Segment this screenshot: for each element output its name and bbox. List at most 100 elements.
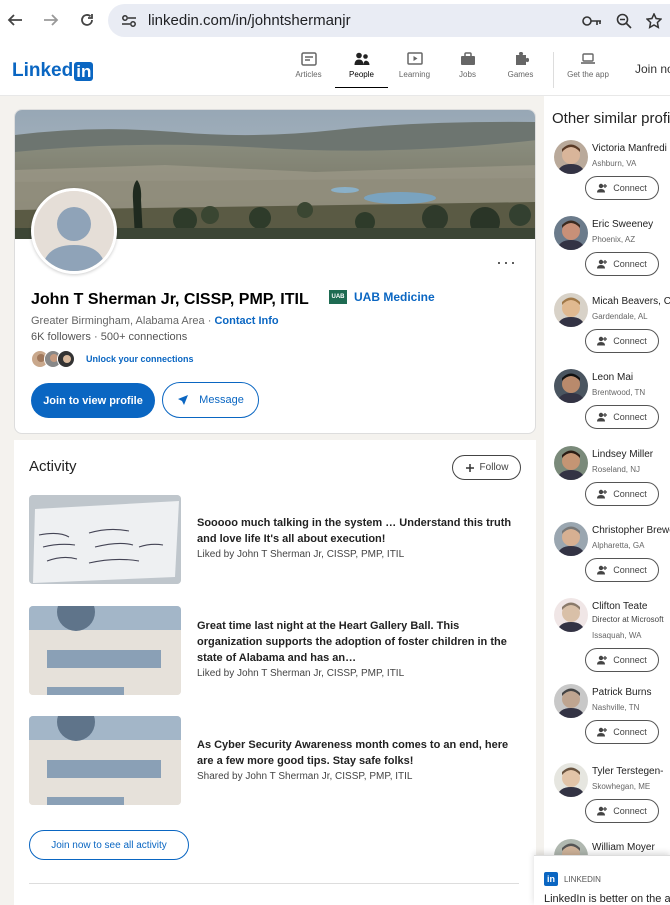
nav-people[interactable]: People	[335, 52, 388, 88]
connections-count: 500+ connections	[100, 331, 188, 343]
connect-button[interactable]: Connect	[585, 720, 659, 744]
plus-icon	[465, 463, 474, 472]
post-thumbnail-handwritten-note	[29, 495, 181, 584]
join-to-view-profile-button[interactable]: Join to view profile	[31, 383, 155, 418]
similar-profile-item[interactable]: Leon Mai Brentwood, TN Connect	[552, 369, 670, 439]
nav-jobs[interactable]: Jobs	[441, 52, 494, 88]
profile-stats: 6K followers · 500+ connections	[31, 331, 188, 343]
reload-button[interactable]	[72, 0, 102, 40]
nav-jobs-label: Jobs	[459, 70, 476, 79]
avatar	[554, 763, 588, 797]
profile-name: John T Sherman Jr, CISSP, PMP, ITIL	[31, 291, 309, 308]
nav-learning[interactable]: Learning	[388, 52, 441, 88]
articles-icon	[300, 52, 317, 66]
profile-location: Skowhegan, ME	[592, 782, 651, 791]
follow-button[interactable]: Follow	[452, 455, 521, 480]
connect-button[interactable]: Connect	[585, 405, 659, 429]
reload-icon	[81, 14, 93, 26]
company-name: UAB Medicine	[354, 290, 435, 304]
add-person-icon	[597, 183, 608, 193]
nav-games[interactable]: Games	[494, 52, 547, 88]
profile-location: Brentwood, TN	[592, 388, 646, 397]
more-options-icon[interactable]: ···	[496, 252, 517, 273]
similar-profile-item[interactable]: Micah Beavers, CISSP Gardendale, AL Connec…	[552, 293, 670, 363]
linkedin-icon: in	[544, 872, 558, 886]
bookmark-star-icon[interactable]	[646, 12, 662, 29]
nav-divider	[553, 52, 554, 88]
connect-button[interactable]: Connect	[585, 252, 659, 276]
zoom-icon[interactable]	[616, 13, 632, 29]
people-icon	[354, 52, 369, 65]
similar-profile-item[interactable]: Lindsey Miller Roseland, NJ Connect	[552, 446, 670, 516]
site-settings-icon[interactable]	[114, 14, 144, 28]
profile-name[interactable]: Micah Beavers, CISSP	[592, 296, 670, 307]
linkedin-logo[interactable]: Linked in	[12, 60, 94, 82]
profile-name[interactable]: Lindsey Miller	[592, 449, 653, 460]
post-title: Great time last night at the Heart Galle…	[197, 620, 507, 664]
nav-people-label: People	[349, 70, 374, 79]
connect-label: Connect	[613, 412, 647, 422]
address-bar[interactable]: linkedin.com/in/johntshermanjr	[108, 4, 670, 37]
connect-button[interactable]: Connect	[585, 799, 659, 823]
arrow-left-icon	[7, 14, 22, 26]
activity-post[interactable]: Great time last night at the Heart Galle…	[29, 606, 519, 696]
send-icon	[178, 395, 189, 405]
profile-location: Gardendale, AL	[592, 312, 648, 321]
nav-articles-label: Articles	[295, 70, 322, 79]
profile-name[interactable]: Leon Mai	[592, 372, 633, 383]
similar-profile-item[interactable]: Clifton Teate Director at Microsoft Issaqu…	[552, 598, 670, 672]
profile-name[interactable]: Victoria Manfredi	[592, 143, 667, 154]
games-icon	[515, 52, 529, 65]
post-meta: Liked by John T Sherman Jr, CISSP, PMP, …	[197, 549, 405, 560]
connect-label: Connect	[613, 489, 647, 499]
popup-brand: in LINKEDIN	[544, 872, 601, 886]
unlock-connections[interactable]: Unlock your connections	[31, 350, 194, 368]
profile-name[interactable]: Tyler Terstegen-	[592, 766, 664, 777]
post-text: Great time last night at the Heart Galle…	[197, 618, 517, 682]
add-person-icon	[597, 412, 608, 422]
forward-button[interactable]	[36, 0, 66, 40]
activity-post[interactable]: As Cyber Security Awareness month comes …	[29, 716, 519, 806]
see-all-activity-button[interactable]: Join now to see all activity	[29, 830, 189, 860]
similar-profile-item[interactable]: Victoria Manfredi Ashburn, VA Connect	[552, 140, 670, 210]
similar-profile-item[interactable]: Christopher Brewer Alpharetta, GA Connect	[552, 522, 670, 592]
add-person-icon	[597, 655, 608, 665]
similar-profile-item[interactable]: Patrick Burns Nashville, TN Connect	[552, 684, 670, 754]
avatar	[554, 598, 588, 632]
connect-button[interactable]: Connect	[585, 558, 659, 582]
profile-name[interactable]: William Moyer	[592, 842, 655, 853]
section-divider	[29, 883, 519, 884]
nav-get-app[interactable]: Get the app	[560, 52, 616, 88]
app-promo-popup[interactable]: in LINKEDIN LinkedIn is better on the ap…	[534, 855, 670, 905]
nav-articles[interactable]: Articles	[282, 52, 335, 88]
avatar	[554, 369, 588, 403]
activity-post[interactable]: Sooooo much talking in the system … Unde…	[29, 495, 519, 585]
join-now-link[interactable]: Join now	[635, 62, 670, 76]
profile-location: Issaquah, WA	[592, 631, 642, 640]
connect-button[interactable]: Connect	[585, 176, 659, 200]
profile-name[interactable]: Eric Sweeney	[592, 219, 653, 230]
password-key-icon[interactable]	[582, 14, 602, 28]
back-button[interactable]	[0, 0, 30, 40]
avatar	[554, 140, 588, 174]
contact-info-link[interactable]: Contact Info	[214, 315, 278, 327]
laptop-icon	[581, 53, 595, 64]
profile-name[interactable]: Christopher Brewer	[592, 525, 670, 536]
profile-card: ··· John T Sherman Jr, CISSP, PMP, ITIL …	[14, 109, 536, 434]
avatar	[554, 293, 588, 327]
connect-button[interactable]: Connect	[585, 648, 659, 672]
connect-button[interactable]: Connect	[585, 482, 659, 506]
post-text: Sooooo much talking in the system … Unde…	[197, 515, 517, 563]
connect-button[interactable]: Connect	[585, 329, 659, 353]
similar-profile-item[interactable]: Eric Sweeney Phoenix, AZ Connect	[552, 216, 670, 286]
profile-name[interactable]: Patrick Burns	[592, 687, 651, 698]
current-company-link[interactable]: UAB UAB Medicine	[329, 290, 435, 304]
similar-profile-item[interactable]: Tyler Terstegen- Skowhegan, ME Connect	[552, 763, 670, 833]
connect-label: Connect	[613, 259, 647, 269]
avatar	[554, 522, 588, 556]
activity-heading: Activity	[29, 458, 77, 475]
nav-games-label: Games	[507, 70, 534, 79]
add-person-icon	[597, 727, 608, 737]
profile-name[interactable]: Clifton Teate	[592, 601, 647, 612]
message-button[interactable]: Message	[162, 382, 259, 418]
